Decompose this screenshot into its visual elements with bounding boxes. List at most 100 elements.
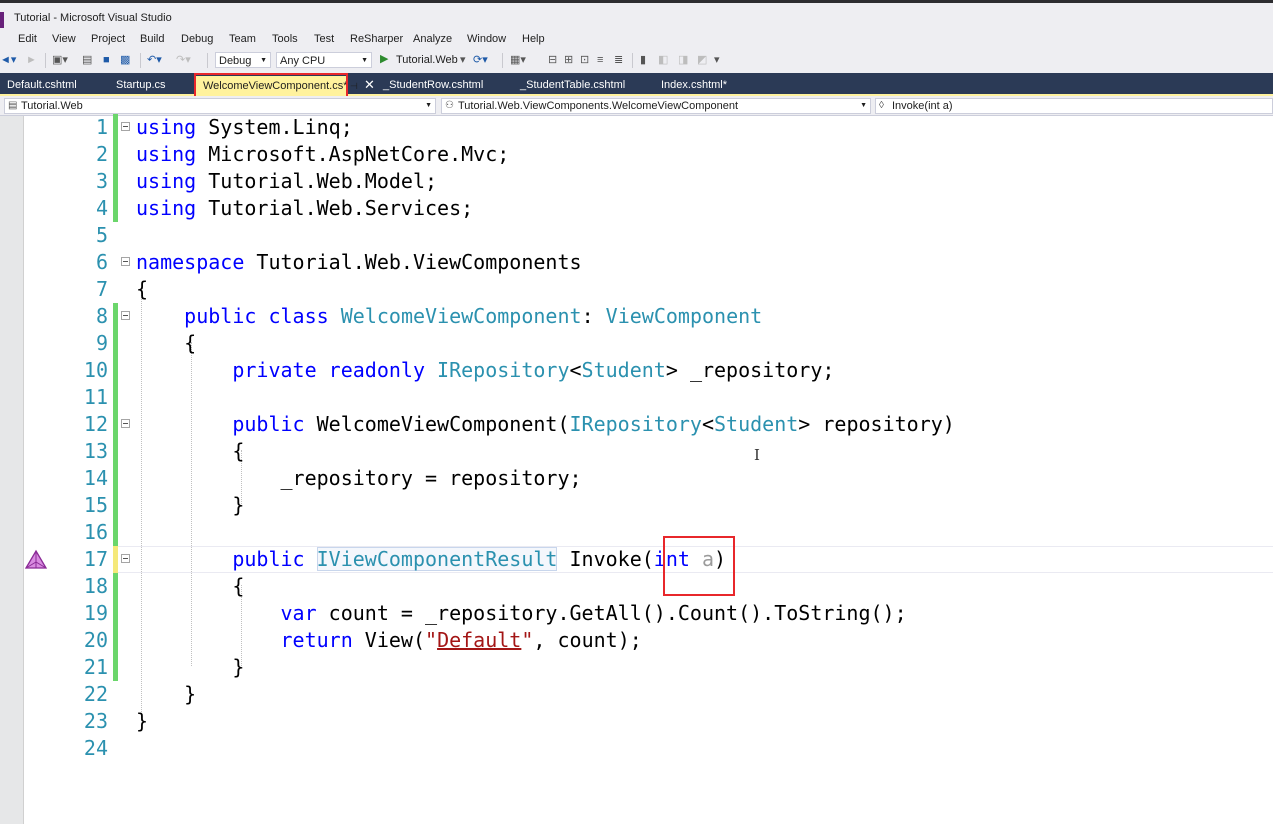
pin-icon[interactable]: ⊣ [350,81,358,92]
change-marker [113,438,118,465]
toolbar-overflow-icon[interactable]: ▾ [714,54,720,66]
menu-resharper[interactable]: ReSharper [350,33,403,45]
platform-select[interactable]: Any CPU ▼ [276,52,372,68]
collapse-icon[interactable] [121,554,130,563]
save-icon[interactable]: ■ [103,54,110,66]
tab-index-cshtml[interactable]: Index.cshtml* [661,79,727,91]
chevron-down-icon: ▼ [260,57,267,64]
code-text: public IViewComponentResult Invoke(int a… [232,547,727,571]
previous-bookmark-icon[interactable]: ◧ [658,54,668,66]
line-number: 12 [83,412,108,436]
line-number: 17 [83,547,108,571]
navigate-back-icon[interactable]: ◄▾ [0,54,16,66]
menu-team[interactable]: Team [229,33,256,45]
menu-view[interactable]: View [52,33,76,45]
change-marker [113,654,118,681]
line-number: 22 [83,682,108,706]
code-text: private readonly IRepository<Student> _r… [232,358,835,382]
code-line: 12 public WelcomeViewComponent(IReposito… [0,411,1273,438]
line-number: 4 [95,196,108,220]
new-project-icon[interactable]: ▣▾ [52,54,68,66]
line-number: 16 [83,520,108,544]
collapse-icon[interactable] [121,419,130,428]
code-line: 6 namespace Tutorial.Web.ViewComponents [0,249,1273,276]
change-marker [113,195,118,222]
undo-icon[interactable]: ↶▾ [147,54,162,66]
browser-link-icon[interactable]: ▦▾ [510,54,526,66]
code-text: } [184,682,197,706]
code-line: 3 using Tutorial.Web.Model; [0,168,1273,195]
change-marker [113,573,118,600]
tab-startup-cs[interactable]: Startup.cs [116,79,166,91]
menu-debug[interactable]: Debug [181,33,213,45]
line-number: 1 [95,115,108,139]
menu-analyze[interactable]: Analyze [413,33,452,45]
menu-edit[interactable]: Edit [18,33,37,45]
close-icon[interactable]: ✕ [364,77,375,93]
tab-studenttable-cshtml[interactable]: _StudentTable.cshtml [520,79,625,91]
line-number: 7 [95,277,108,301]
tab-default-cshtml[interactable]: Default.cshtml [7,79,77,91]
menu-help[interactable]: Help [522,33,545,45]
toolbar-separator [45,53,46,68]
code-line: 8 public class WelcomeViewComponent: Vie… [0,303,1273,330]
code-text: { [184,331,197,355]
navigate-forward-icon[interactable]: ► [26,54,37,66]
code-line: 14 _repository = repository; [0,465,1273,492]
type-dropdown[interactable]: ⚇ Tutorial.Web.ViewComponents.WelcomeVie… [441,98,871,114]
toolbar-separator [632,53,633,68]
line-number: 20 [83,628,108,652]
comment-lines-icon[interactable]: ≡ [597,54,603,66]
menu-tools[interactable]: Tools [272,33,298,45]
line-number: 3 [95,169,108,193]
code-editor[interactable]: 1 using System.Linq; 2 using Microsoft.A… [0,114,1273,824]
start-debugging-icon[interactable]: ▶ [380,53,388,65]
menu-build[interactable]: Build [140,33,164,45]
code-text: { [136,277,149,301]
redo-icon[interactable]: ↷▾ [176,54,191,66]
code-line: 5 [0,222,1273,249]
collapse-icon[interactable] [121,122,130,131]
menu-bar: Edit View Project Build Debug Team Tools… [0,32,1273,49]
tab-studentrow-cshtml[interactable]: _StudentRow.cshtml [383,79,483,91]
chevron-down-icon: ▼ [361,57,368,64]
open-file-icon[interactable]: ▤ [82,54,92,66]
collapse-icon[interactable] [121,257,130,266]
uncomment-lines-icon[interactable]: ≣ [614,54,623,66]
code-text: { [232,574,245,598]
configuration-select[interactable]: Debug ▼ [215,52,271,68]
change-marker [113,384,118,411]
csharp-project-icon: ▤ [8,100,18,111]
menu-project[interactable]: Project [91,33,125,45]
next-bookmark-icon[interactable]: ◨ [678,54,688,66]
code-text: namespace Tutorial.Web.ViewComponents [136,250,582,274]
find-in-files-icon[interactable]: ⊟ [548,54,557,66]
line-number: 6 [95,250,108,274]
code-line: 1 using System.Linq; [0,114,1273,141]
change-marker [113,357,118,384]
code-line: 10 private readonly IRepository<Student>… [0,357,1273,384]
clear-bookmarks-icon[interactable]: ◩ [697,54,707,66]
code-line: 22 } [0,681,1273,708]
save-all-icon[interactable]: ▩ [120,54,130,66]
collapse-icon[interactable] [121,311,130,320]
change-marker [113,519,118,546]
code-text: public class WelcomeViewComponent: ViewC… [184,304,763,328]
bookmark-icon[interactable]: ▮ [640,54,646,66]
run-target-button[interactable]: Tutorial.Web [396,54,458,66]
chevron-down-icon[interactable]: ▾ [460,54,466,66]
configuration-value: Debug [219,55,252,67]
member-value: Invoke(int a) [892,100,953,112]
menu-window[interactable]: Window [467,33,506,45]
window-title: Tutorial - Microsoft Visual Studio [14,12,172,24]
class-icon: ⚇ [445,100,454,111]
toggle-icon[interactable]: ⊡ [580,54,589,66]
menu-test[interactable]: Test [314,33,334,45]
change-marker [113,330,118,357]
line-number: 21 [83,655,108,679]
solution-navigator-icon[interactable]: ⊞ [564,54,573,66]
project-dropdown[interactable]: ▤ Tutorial.Web ▼ [4,98,436,114]
member-dropdown[interactable]: ◊ Invoke(int a) [875,98,1273,114]
refresh-browser-icon[interactable]: ⟳▾ [473,54,488,66]
platform-value: Any CPU [280,55,326,67]
